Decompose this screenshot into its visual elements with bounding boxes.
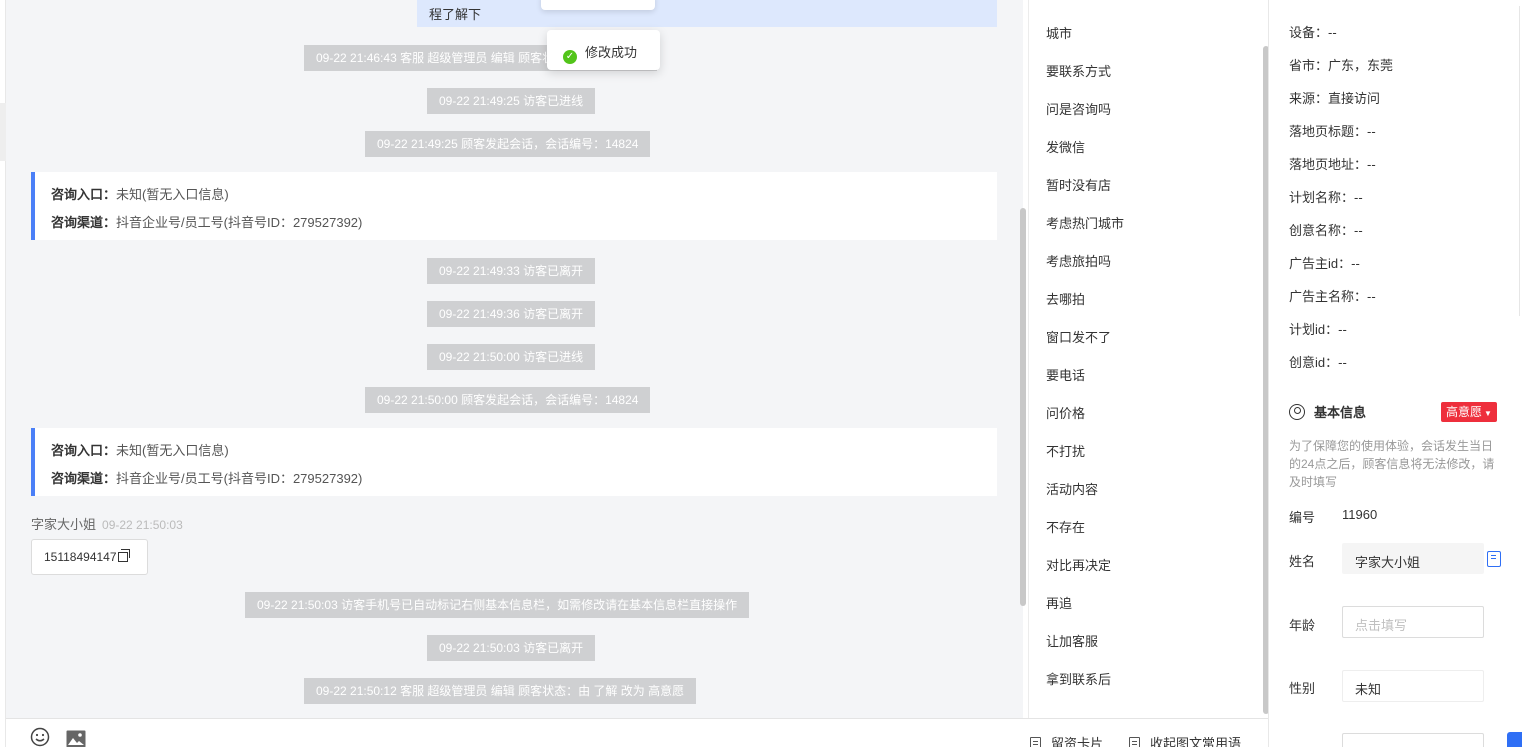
system-message: 09-22 21:50:00 访客已进线 — [427, 344, 596, 370]
intent-status-dropdown[interactable]: 高意愿 ▼ — [1441, 402, 1497, 422]
phrase-item[interactable]: 暂时没有店 — [1046, 175, 1111, 194]
system-message: 09-22 21:49:33 访客已离开 — [427, 258, 596, 284]
card-button-label: 留资卡片 — [1051, 736, 1104, 747]
system-message: 09-22 21:50:00 顾客发起会话，会话编号：14824 — [365, 387, 651, 413]
next-input-partial[interactable] — [1342, 733, 1484, 747]
creative-name-field: 创意名称：-- — [1289, 223, 1363, 238]
popover-partial — [541, 0, 655, 10]
phrase-item[interactable]: 问是咨询吗 — [1046, 99, 1111, 118]
check-circle-icon: ✓ — [563, 50, 577, 64]
age-input[interactable]: 点击填写 — [1342, 606, 1484, 638]
consult-channel-value: 抖音企业号/员工号(抖音号ID：279527392) — [116, 215, 363, 230]
consult-entry-label: 咨询入口： — [51, 443, 117, 458]
gender-label: 性别 — [1289, 681, 1316, 696]
phrase-item[interactable]: 要电话 — [1046, 365, 1085, 384]
phrase-item[interactable]: 让加客服 — [1046, 631, 1098, 650]
consult-channel-label: 咨询渠道： — [51, 471, 117, 486]
collapse-phrases-button[interactable]: 收起图文常用语 — [1129, 733, 1241, 747]
consult-channel-label: 咨询渠道： — [51, 215, 117, 230]
consult-channel-row: 咨询渠道：抖音企业号/员工号(抖音号ID：279527392) — [51, 209, 997, 237]
system-message: 09-22 21:49:36 访客已离开 — [427, 301, 596, 327]
system-message: 09-22 21:49:25 顾客发起会话，会话编号：14824 — [365, 131, 651, 157]
sender-name: 字家大小姐 — [31, 517, 97, 532]
consult-entry-row: 咨询入口：未知(暂无入口信息) — [51, 181, 997, 209]
smile-icon[interactable] — [30, 727, 50, 747]
gender-select[interactable]: 未知 — [1342, 670, 1484, 702]
phrase-item[interactable]: 拿到联系后 — [1046, 669, 1111, 688]
message-time: 09-22 21:50:03 — [102, 518, 183, 532]
chat-scrollbar[interactable] — [1020, 208, 1026, 606]
customer-info-panel: 设备：-- 省市：广东，东莞 来源：直接访问 落地页标题：-- 落地页地址：--… — [1269, 0, 1522, 747]
age-label: 年龄 — [1289, 618, 1316, 633]
chat-bubble-partial: 程了解下 — [417, 0, 997, 27]
landing-url-field: 落地页地址：-- — [1289, 157, 1376, 172]
province-field: 省市：广东，东莞 — [1289, 58, 1394, 73]
system-message: 09-22 21:50:12 客服 超级管理员 编辑 顾客状态：由 了解 改为 … — [304, 678, 697, 704]
system-message: 09-22 21:49:25 访客已进线 — [427, 88, 596, 114]
device-field: 设备：-- — [1289, 25, 1337, 40]
plan-id-field: 计划id：-- — [1289, 322, 1347, 337]
panel-edge-line — [1519, 6, 1520, 316]
success-toast: ✓ 修改成功 — [547, 30, 660, 70]
consult-entry-value: 未知(暂无入口信息) — [116, 443, 229, 458]
advertiser-name-field: 广告主名称：-- — [1289, 289, 1376, 304]
caret-down-icon: ▼ — [1484, 409, 1492, 418]
copy-icon[interactable] — [117, 549, 130, 562]
copy-icon[interactable] — [1487, 551, 1501, 567]
phrase-item[interactable]: 考虑旅拍吗 — [1046, 251, 1111, 270]
image-icon[interactable] — [66, 729, 86, 747]
basic-info-title: 基本信息 — [1289, 402, 1366, 421]
consult-channel-row: 咨询渠道：抖音企业号/员工号(抖音号ID：279527392) — [51, 465, 997, 493]
phrase-item[interactable]: 不打扰 — [1046, 441, 1085, 460]
consult-channel-value: 抖音企业号/员工号(抖音号ID：279527392) — [116, 471, 363, 486]
consult-info-card: 咨询入口：未知(暂无入口信息) 咨询渠道：抖音企业号/员工号(抖音号ID：279… — [31, 172, 997, 240]
landing-title-field: 落地页标题：-- — [1289, 124, 1376, 139]
creative-id-field: 创意id：-- — [1289, 355, 1347, 370]
consult-info-card: 咨询入口：未知(暂无入口信息) 咨询渠道：抖音企业号/员工号(抖音号ID：279… — [31, 428, 997, 496]
phrase-item[interactable]: 去哪拍 — [1046, 289, 1085, 308]
collapse-phrases-label: 收起图文常用语 — [1150, 736, 1242, 747]
source-field: 来源：直接访问 — [1289, 91, 1381, 106]
toast-text: 修改成功 — [585, 45, 638, 60]
phrase-item[interactable]: 窗口发不了 — [1046, 327, 1111, 346]
name-label: 姓名 — [1289, 554, 1316, 569]
id-value: 11960 — [1342, 507, 1378, 522]
message-text: 15118494147 — [44, 550, 117, 564]
phrase-item[interactable]: 要联系方式 — [1046, 61, 1111, 80]
phrase-item[interactable]: 活动内容 — [1046, 479, 1098, 498]
consult-entry-row: 咨询入口：未知(暂无入口信息) — [51, 437, 997, 465]
consult-entry-label: 咨询入口： — [51, 187, 117, 202]
phrase-item[interactable]: 考虑热门城市 — [1046, 213, 1124, 232]
edit-notice: 为了保障您的使用体验，会话发生当日的24点之后，顾客信息将无法修改，请及时填写 — [1289, 439, 1495, 489]
quick-phrase-list: 城市 要联系方式 问是咨询吗 发微信 暂时没有店 考虑热门城市 考虑旅拍吗 去哪… — [1028, 0, 1262, 718]
visitor-message-bubble[interactable]: 15118494147 — [31, 539, 148, 575]
advertiser-id-field: 广告主id：-- — [1289, 256, 1360, 271]
message-header: 字家大小姐 09-22 21:50:03 — [31, 514, 183, 533]
phrase-item[interactable]: 发微信 — [1046, 137, 1085, 156]
phrase-item[interactable]: 对比再决定 — [1046, 555, 1111, 574]
basic-info-label: 基本信息 — [1314, 405, 1367, 420]
user-circle-icon — [1289, 403, 1305, 420]
consult-entry-value: 未知(暂无入口信息) — [116, 187, 229, 202]
plan-name-field: 计划名称：-- — [1289, 190, 1363, 205]
document-icon — [1129, 737, 1140, 747]
phrase-item[interactable]: 城市 — [1046, 23, 1072, 42]
phrase-item[interactable]: 再追 — [1046, 593, 1072, 612]
system-message: 09-22 21:50:03 访客已离开 — [427, 635, 596, 661]
chat-history[interactable]: 程了解下 09-22 21:46:43 客服 超级管理员 编辑 顾客状态：由 改… — [6, 0, 1023, 718]
phrase-item[interactable]: 问价格 — [1046, 403, 1085, 422]
intent-status-label: 高意愿 — [1446, 405, 1483, 419]
floating-action-button[interactable] — [1507, 732, 1522, 747]
document-icon — [1030, 737, 1041, 747]
input-toolbar: 留资卡片 收起图文常用语 — [6, 718, 1268, 747]
phrase-item[interactable]: 不存在 — [1046, 517, 1085, 536]
name-field[interactable]: 字家大小姐 — [1342, 543, 1484, 574]
id-label: 编号 — [1289, 510, 1316, 525]
system-message: 09-22 21:50:03 访客手机号已自动标记右侧基本信息栏，如需修改请在基… — [245, 592, 750, 618]
card-button[interactable]: 留资卡片 — [1030, 733, 1103, 747]
